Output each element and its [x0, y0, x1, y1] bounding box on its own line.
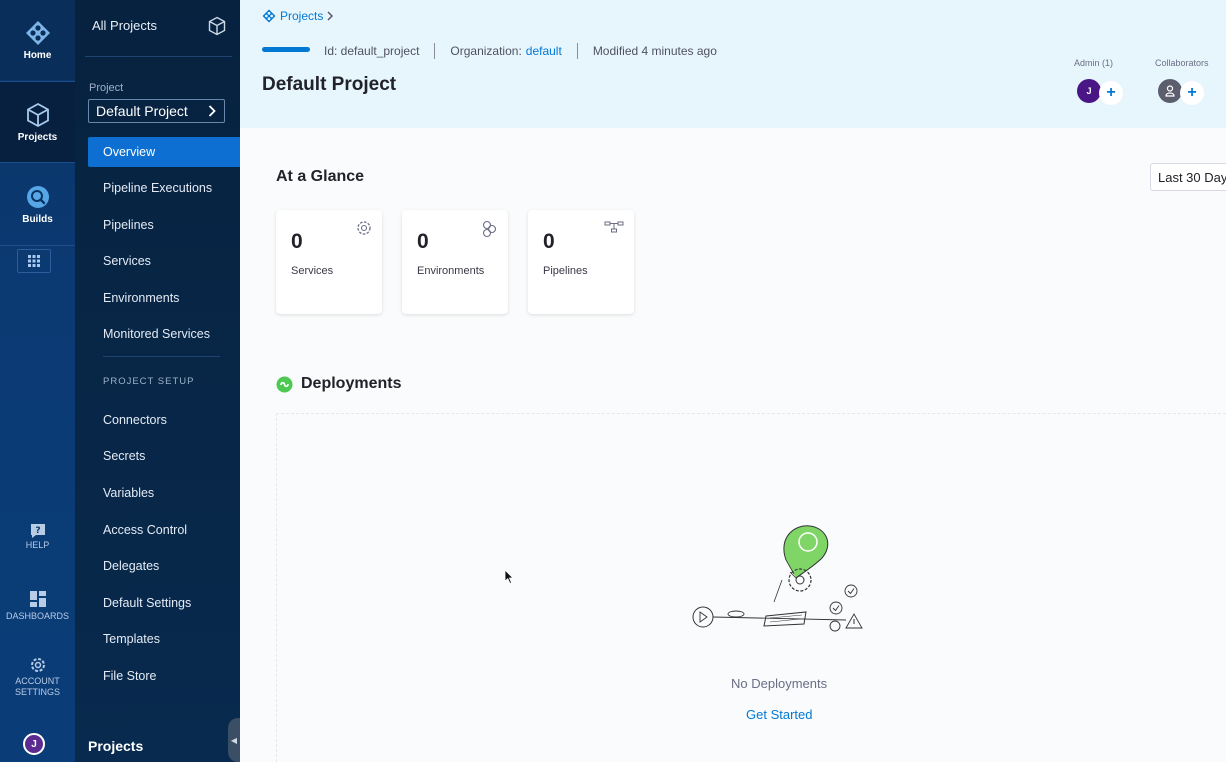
project-selector-value: Default Project [96, 103, 188, 119]
nav-monitored-services[interactable]: Monitored Services [88, 319, 240, 349]
admin-avatar[interactable]: J [1077, 79, 1101, 103]
project-id: Id: default_project [324, 44, 420, 58]
sidebar-footer-title: Projects [88, 738, 144, 754]
rail-help-label: HELP [25, 540, 50, 550]
all-projects-link[interactable]: All Projects [92, 18, 157, 33]
nav-access-control[interactable]: Access Control [88, 515, 240, 545]
rail-home-button[interactable]: Home [0, 0, 75, 80]
harness-logo-icon [262, 9, 276, 23]
project-meta: Id: default_project Organization: defaul… [324, 43, 717, 59]
environments-icon [482, 220, 497, 238]
overview-content: At a Glance Last 30 Days 0 Services 0 En… [240, 128, 1226, 762]
project-color-bar [262, 47, 310, 52]
rail-home-label: Home [23, 49, 52, 61]
project-label: Project [89, 82, 124, 94]
pipelines-card[interactable]: 0 Pipelines [528, 210, 634, 314]
nav-pipelines[interactable]: Pipelines [88, 210, 240, 240]
pipeline-icon [604, 221, 624, 233]
breadcrumb[interactable]: Projects [262, 9, 334, 23]
rail-dashboards-label: DASHBOARDS [5, 611, 69, 621]
dashboards-icon [29, 591, 46, 607]
nav-overview[interactable]: Overview [88, 137, 240, 167]
add-collaborator-button[interactable]: + [1180, 81, 1204, 105]
mouse-cursor-icon [504, 569, 514, 585]
modified-time: Modified 4 minutes ago [592, 44, 717, 58]
pipelines-count: 0 [543, 230, 555, 253]
chevron-right-icon [327, 11, 334, 21]
gear-icon [30, 658, 45, 672]
collaborator-avatar[interactable] [1158, 79, 1182, 103]
at-a-glance-heading: At a Glance [276, 168, 365, 185]
deployments-title: Deployments [301, 375, 402, 392]
cube-icon [26, 102, 49, 127]
project-setup-heading: PROJECT SETUP [103, 376, 195, 387]
organization-label: Organization: [450, 44, 522, 58]
organization-link[interactable]: default [526, 44, 562, 58]
project-header: Projects Id: default_project Organizatio… [240, 0, 1226, 128]
project-sidebar: All Projects Project Default Project Ove… [75, 0, 240, 762]
divider [103, 356, 220, 357]
divider [434, 43, 436, 59]
rail-projects-button[interactable]: Projects [0, 81, 75, 163]
rail-dashboards-button[interactable]: DASHBOARDS [0, 591, 75, 622]
collapse-sidebar-button[interactable]: ◀ [228, 718, 240, 762]
collaborators-label: Collaborators [1155, 58, 1209, 68]
user-avatar[interactable]: J [23, 733, 45, 755]
rail-account-settings-label-1: ACCOUNT [15, 676, 60, 686]
rail-help-button[interactable]: ? HELP [0, 522, 75, 551]
nav-secrets[interactable]: Secrets [88, 441, 240, 471]
divider [576, 43, 578, 59]
nav-variables[interactable]: Variables [88, 478, 240, 508]
get-started-link[interactable]: Get Started [746, 707, 812, 722]
chevron-right-icon [208, 105, 216, 117]
nav-connectors[interactable]: Connectors [88, 405, 240, 435]
nav-pipeline-executions[interactable]: Pipeline Executions [88, 173, 240, 203]
rail-builds-button[interactable]: Builds [0, 164, 75, 246]
svg-text:?: ? [35, 526, 40, 536]
services-card[interactable]: 0 Services [276, 210, 382, 314]
services-card-label: Services [291, 265, 334, 277]
harness-logo-icon [25, 20, 50, 45]
admin-label: Admin (1) [1074, 58, 1114, 68]
nav-default-settings[interactable]: Default Settings [88, 588, 240, 618]
nav-templates[interactable]: Templates [88, 624, 240, 654]
cube-icon[interactable] [207, 16, 227, 36]
services-count: 0 [291, 230, 303, 253]
nav-delegates[interactable]: Delegates [88, 551, 240, 581]
project-selector[interactable]: Default Project [88, 99, 225, 123]
builds-icon [26, 186, 49, 208]
deployments-icon [276, 376, 293, 392]
help-icon: ? [30, 524, 45, 538]
empty-state-illustration [692, 525, 863, 632]
rail-builds-label: Builds [22, 214, 53, 225]
caret-left-icon: ◀ [230, 735, 238, 745]
nav-file-store[interactable]: File Store [88, 661, 240, 691]
rail-projects-label: Projects [17, 131, 58, 143]
pipelines-card-label: Pipelines [543, 265, 588, 277]
add-admin-button[interactable]: + [1099, 81, 1123, 105]
rail-account-settings-button[interactable]: ACCOUNT SETTINGS [0, 656, 75, 698]
rail-account-settings-label-2: SETTINGS [14, 687, 60, 697]
user-icon [1165, 85, 1175, 97]
environments-count: 0 [417, 230, 429, 253]
rail-modules-button[interactable] [17, 249, 51, 273]
left-rail: Home Projects Builds ? HELP DASHBOARDS A… [0, 0, 75, 762]
nav-environments[interactable]: Environments [88, 283, 240, 313]
empty-state-message: No Deployments [731, 676, 828, 691]
gear-icon [357, 221, 371, 235]
deployments-heading: Deployments [276, 375, 401, 393]
grid-icon [28, 255, 40, 267]
breadcrumb-projects[interactable]: Projects [280, 9, 323, 23]
divider [85, 56, 232, 57]
nav-services[interactable]: Services [88, 246, 240, 276]
environments-card-label: Environments [417, 265, 485, 277]
environments-card[interactable]: 0 Environments [402, 210, 508, 314]
time-range-select[interactable]: Last 30 Days [1150, 163, 1226, 191]
page-title: Default Project [262, 74, 397, 95]
